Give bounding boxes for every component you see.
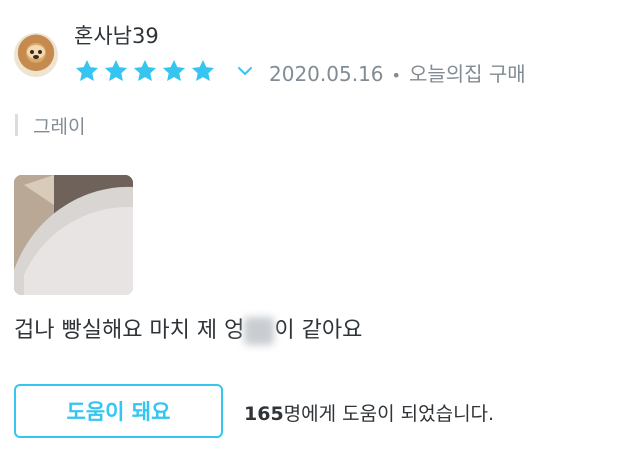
avatar[interactable]	[14, 33, 58, 77]
purchase-source: 오늘의집 구매	[408, 62, 526, 86]
helpful-count: 165	[244, 403, 284, 425]
star-icon	[75, 59, 99, 81]
review-text-start: 겁나 빵실해요 마치 제 엉	[14, 318, 245, 343]
pillow-photo	[14, 175, 133, 295]
rating-stars	[74, 58, 216, 84]
avatar-eye	[30, 50, 34, 54]
review-meta: 2020.05.16 • 오늘의집 구매	[269, 58, 526, 87]
product-option: 그레이	[33, 116, 86, 138]
star-icon	[162, 59, 186, 81]
review-text-end: 이 같아요	[274, 318, 363, 343]
meta-separator: •	[391, 66, 401, 85]
username[interactable]: 혼사남39	[74, 20, 159, 50]
review-date: 2020.05.16	[269, 62, 384, 86]
avatar-nose	[33, 55, 39, 59]
helpful-button[interactable]: 도움이 돼요	[14, 384, 223, 438]
star-icon	[133, 59, 157, 81]
helpful-suffix: 명에게 도움이 되었습니다.	[283, 403, 495, 425]
chevron-down-icon[interactable]	[236, 62, 254, 80]
star-icon	[191, 59, 215, 81]
helpful-count-text: 165명에게 도움이 되었습니다.	[244, 399, 494, 426]
option-divider	[15, 114, 18, 136]
avatar-eye	[38, 50, 42, 54]
review-content: 겁나 빵실해요 마치 제 엉 이 같아요	[14, 312, 362, 345]
star-icon	[104, 59, 128, 81]
blurred-censor	[244, 317, 275, 345]
review-photo[interactable]	[14, 175, 133, 295]
